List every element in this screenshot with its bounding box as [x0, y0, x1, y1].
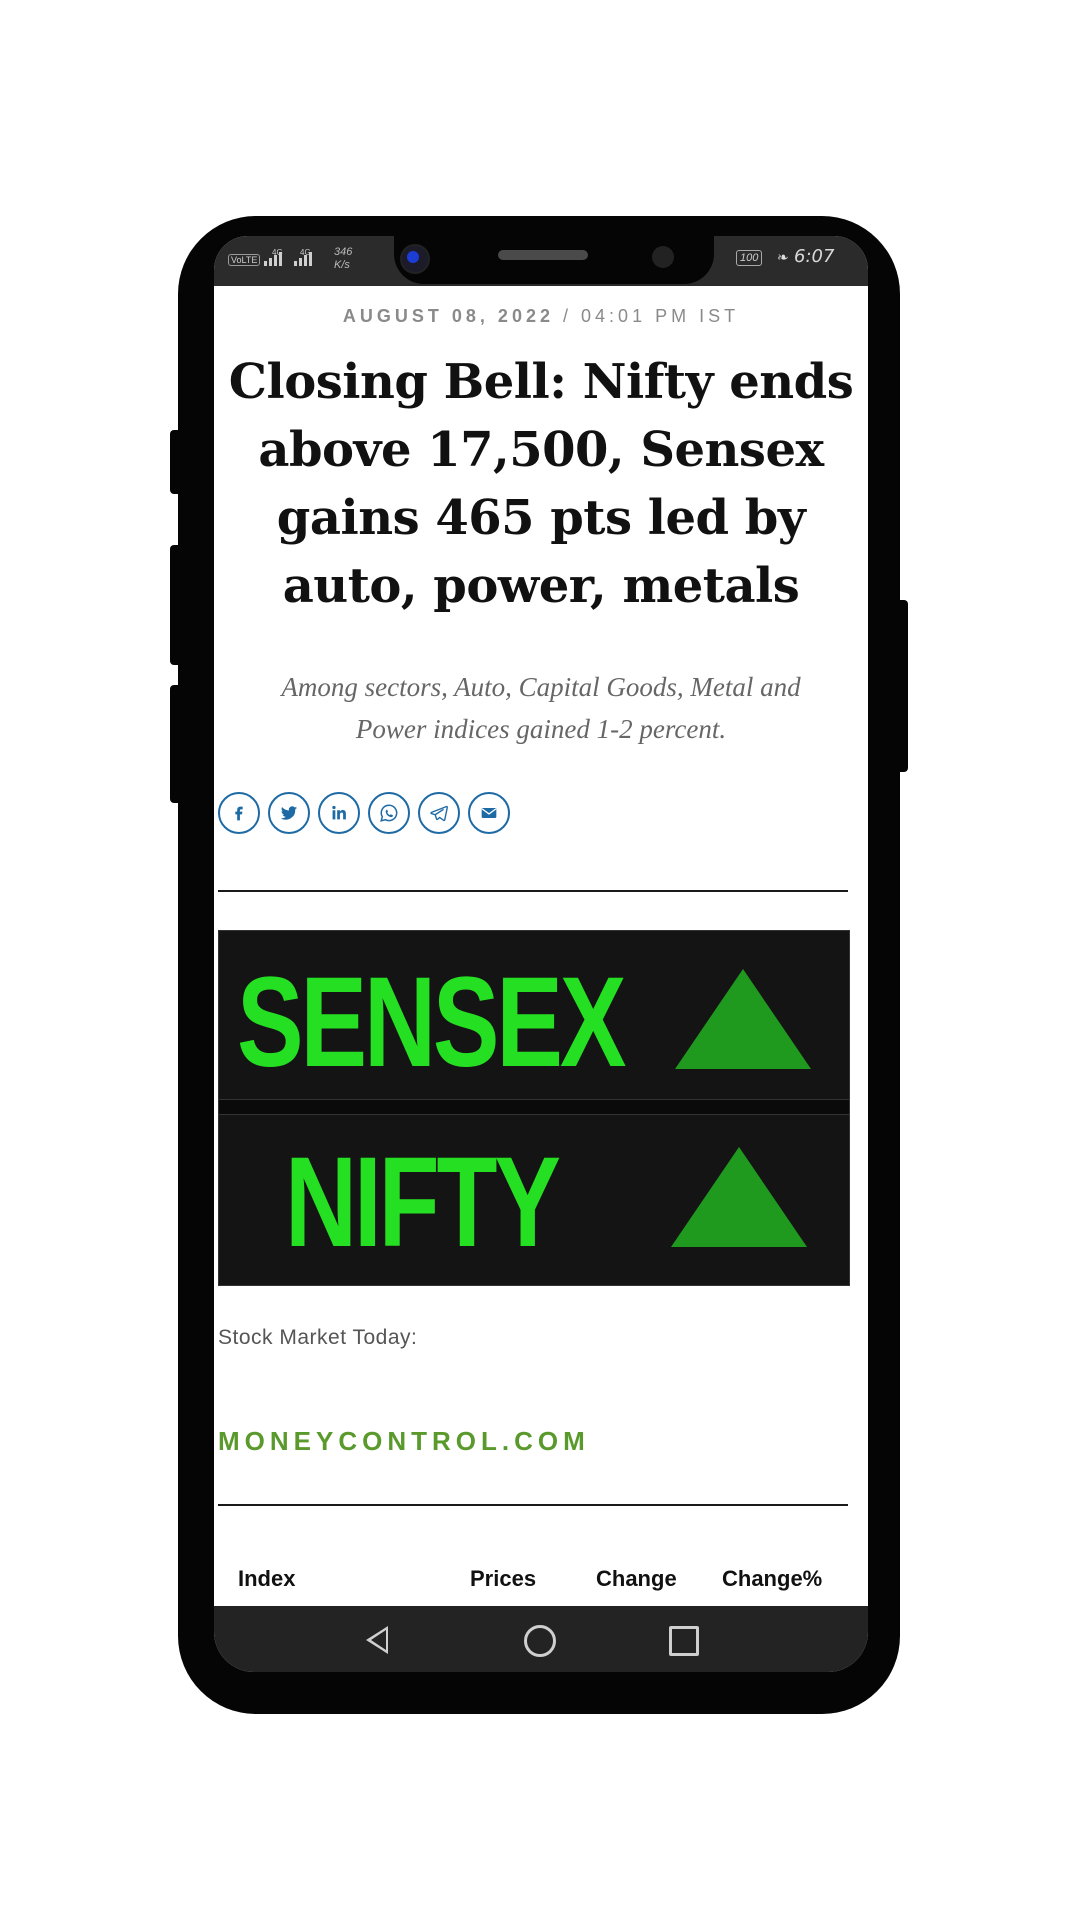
share-whatsapp-button[interactable] — [368, 792, 410, 834]
network-speed: 346 K/s — [334, 246, 352, 272]
hero-sensex-text: SENSEX — [237, 951, 626, 1094]
share-email-button[interactable] — [468, 792, 510, 834]
hero-nifty-text: NIFTY — [285, 1131, 561, 1274]
up-arrow-icon — [675, 969, 811, 1069]
image-caption: Stock Market Today: — [218, 1326, 418, 1349]
camera-lens — [407, 251, 419, 263]
proximity-sensor — [652, 246, 674, 268]
recent-apps-icon[interactable] — [669, 1626, 699, 1656]
volte-indicator: VoLTE — [228, 254, 261, 266]
whatsapp-icon — [380, 804, 398, 822]
article-subheadline: Among sectors, Auto, Capital Goods, Meta… — [281, 672, 801, 744]
article-dateline: AUGUST 08, 2022 / 04:01 PM IST — [214, 306, 868, 327]
twitter-icon — [280, 806, 298, 820]
share-bar — [218, 792, 510, 834]
network-speed-value: 346 — [334, 246, 353, 258]
share-telegram-button[interactable] — [418, 792, 460, 834]
back-icon-inner — [371, 1630, 386, 1650]
column-header-change-percent: Change% — [722, 1566, 823, 1591]
home-icon[interactable] — [524, 1625, 556, 1657]
date-separator: / — [563, 306, 573, 326]
share-twitter-button[interactable] — [268, 792, 310, 834]
telegram-icon — [430, 805, 448, 822]
market-table-header: Index Prices Change Change% — [214, 1566, 868, 1602]
page: VoLTE 4G 4G 346 K/s 100 ❧ 6:07 AUGUST 08… — [0, 0, 1080, 1920]
battery-icon: 100 — [736, 250, 763, 266]
article-hero-image[interactable]: SENSEX NIFTY — [218, 930, 850, 1286]
email-icon — [481, 807, 497, 819]
battery-saver-icon: ❧ — [777, 249, 789, 265]
divider — [218, 1504, 848, 1506]
status-bar: VoLTE 4G 4G 346 K/s 100 ❧ 6:07 — [214, 236, 868, 286]
signal-icon — [264, 250, 286, 266]
article-date: AUGUST 08, 2022 — [342, 306, 554, 326]
linkedin-icon — [332, 805, 346, 820]
network-speed-unit: K/s — [334, 259, 350, 271]
earpiece-speaker — [498, 250, 588, 260]
column-header-prices: Prices — [470, 1566, 537, 1591]
share-facebook-button[interactable] — [218, 792, 260, 834]
article-time: 04:01 PM IST — [581, 306, 740, 326]
column-header-change: Change — [596, 1566, 677, 1591]
article-headline: Closing Bell: Nifty ends above 17,500, S… — [228, 354, 854, 614]
system-nav-bar — [214, 1606, 868, 1672]
divider — [218, 890, 848, 892]
clock: 6:07 — [794, 246, 835, 267]
column-header-index: Index — [238, 1566, 296, 1591]
facebook-icon — [235, 806, 243, 821]
signal-icon-2 — [294, 250, 316, 266]
brand-link[interactable]: MONEYCONTROL.COM — [218, 1426, 590, 1457]
hero-divider — [219, 1099, 849, 1115]
share-linkedin-button[interactable] — [318, 792, 360, 834]
up-arrow-icon — [671, 1147, 807, 1247]
phone-screen: VoLTE 4G 4G 346 K/s 100 ❧ 6:07 AUGUST 08… — [214, 236, 868, 1672]
camera-notch — [394, 236, 714, 284]
